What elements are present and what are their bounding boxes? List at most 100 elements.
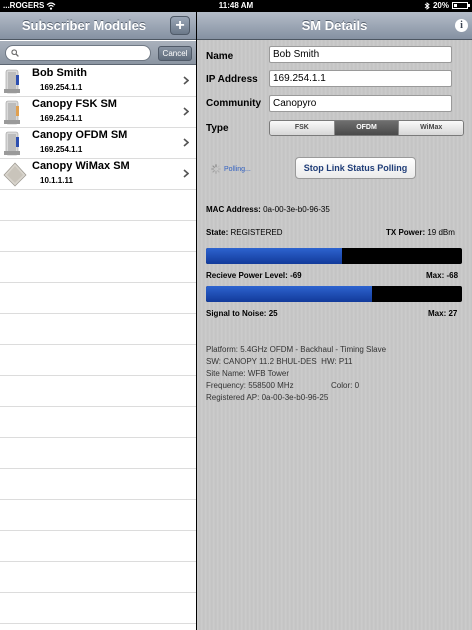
subscriber-modules-panel: Subscriber Modules + Cancel Bob Smith 16… [0, 12, 196, 630]
state-value: REGISTERED [230, 228, 283, 237]
type-option-ofdm[interactable]: OFDM [334, 121, 400, 135]
mac-address-value: 0a-00-3e-b0-96-35 [263, 205, 330, 214]
empty-row [0, 345, 196, 376]
list-item[interactable]: Canopy WiMax SM 10.1.1.11 [0, 159, 196, 190]
canopy-radio-icon [4, 131, 20, 156]
signal-to-noise-bar-fill [206, 286, 373, 302]
frequency-label: Frequency: [206, 381, 247, 390]
chevron-right-icon [183, 107, 189, 116]
empty-row [0, 593, 196, 624]
stop-polling-button[interactable]: Stop Link Status Polling [295, 157, 416, 179]
module-name: Canopy WiMax SM [32, 160, 130, 172]
tx-power: TX Power: 19 dBm [386, 228, 455, 237]
module-list: Bob Smith 169.254.1.1 Canopy FSK SM 169.… [0, 66, 196, 624]
tx-power-label: TX Power: [386, 228, 426, 237]
empty-row [0, 221, 196, 252]
empty-row [0, 469, 196, 500]
type-label: Type [206, 123, 229, 134]
type-option-fsk[interactable]: FSK [270, 121, 335, 135]
wimax-radio-icon [3, 162, 27, 187]
receive-power-max: Max: -68 [426, 271, 458, 280]
status-time: 11:48 AM [218, 1, 254, 10]
signal-to-noise-max-label: Max: [428, 309, 447, 318]
status-bar: ...ROGERS 11:48 AM 20% [0, 0, 472, 12]
module-name: Canopy FSK SM [32, 98, 117, 110]
sm-details-panel: SM Details i Name Bob Smith IP Address 1… [197, 12, 472, 630]
module-name: Bob Smith [32, 67, 87, 79]
empty-row [0, 376, 196, 407]
empty-row [0, 438, 196, 469]
module-ip: 10.1.1.11 [40, 176, 73, 185]
details-title: SM Details [301, 18, 368, 33]
community-field[interactable]: Canopyro [269, 95, 452, 112]
battery-icon [452, 2, 470, 9]
empty-row [0, 562, 196, 593]
platform-value: 5.4GHz OFDM - Backhaul - Timing Slave [240, 345, 387, 354]
signal-to-noise-value: 25 [268, 309, 278, 318]
hw-label: HW: [321, 357, 337, 366]
receive-power-max-label: Max: [426, 271, 445, 280]
polling-status: Polling... [211, 164, 251, 174]
signal-to-noise: Signal to Noise: 25 [206, 309, 278, 318]
spinner-icon [211, 164, 221, 174]
add-module-button[interactable]: + [170, 16, 190, 35]
left-panel-title: Subscriber Modules [21, 18, 147, 33]
site-name-label: Site Name: [206, 369, 246, 378]
community-label: Community [206, 98, 261, 109]
name-label: Name [206, 51, 234, 62]
canopy-radio-icon [4, 69, 20, 94]
type-option-wimax[interactable]: WiMax [399, 121, 463, 135]
name-field[interactable]: Bob Smith [269, 46, 452, 63]
search-bar: Cancel [0, 41, 196, 65]
frequency-value: 558500 MHz [248, 381, 294, 390]
type-segmented-control: FSK OFDM WiMax [269, 120, 464, 136]
module-ip: 169.254.1.1 [40, 83, 83, 92]
frequency: Frequency: 558500 MHz [206, 381, 294, 390]
tx-power-value: 19 dBm [427, 228, 455, 237]
receive-power-label: Recieve Power Level: [206, 271, 288, 280]
site-name-value: WFB Tower [247, 369, 290, 378]
canopy-radio-icon [4, 100, 20, 125]
registered-ap: Registered AP: 0a-00-3e-b0-96-25 [206, 393, 328, 402]
signal-to-noise-max: Max: 27 [428, 309, 457, 318]
chevron-right-icon [183, 138, 189, 147]
search-icon [11, 49, 19, 57]
site-name: Site Name: WFB Tower [206, 369, 289, 378]
registered-ap-value: 0a-00-3e-b0-96-25 [261, 393, 329, 402]
ip-address-field[interactable]: 169.254.1.1 [269, 70, 452, 87]
empty-row [0, 283, 196, 314]
receive-power: Recieve Power Level: -69 [206, 271, 302, 280]
status-right: 20% [424, 1, 470, 10]
battery-percent: 20% [432, 1, 449, 10]
signal-to-noise-max-value: 27 [448, 309, 458, 318]
empty-row [0, 314, 196, 345]
list-item[interactable]: Canopy FSK SM 169.254.1.1 [0, 97, 196, 128]
empty-row [0, 531, 196, 562]
empty-list-rows [0, 190, 196, 624]
color-code: Color: 0 [331, 381, 359, 390]
chevron-right-icon [183, 76, 189, 85]
list-item[interactable]: Canopy OFDM SM 169.254.1.1 [0, 128, 196, 159]
receive-power-max-value: -68 [446, 271, 459, 280]
list-item[interactable]: Bob Smith 169.254.1.1 [0, 66, 196, 97]
info-icon[interactable]: i [455, 19, 468, 32]
hw-value: P11 [338, 357, 353, 366]
mac-address: MAC Address: 0a-00-3e-b0-96-35 [206, 205, 330, 214]
search-input[interactable] [22, 47, 146, 59]
empty-row [0, 190, 196, 221]
state-label: State: [206, 228, 229, 237]
module-ip: 169.254.1.1 [40, 114, 83, 123]
search-cancel-button[interactable]: Cancel [158, 46, 192, 61]
receive-power-bar [206, 248, 462, 264]
right-navigation-bar: SM Details i [197, 12, 472, 40]
empty-row [0, 500, 196, 531]
polling-text: Polling... [224, 165, 251, 173]
registered-ap-label: Registered AP: [206, 393, 260, 402]
search-field[interactable] [5, 45, 151, 61]
empty-row [0, 252, 196, 283]
mac-address-label: MAC Address: [206, 205, 261, 214]
color-label: Color: [331, 381, 353, 390]
ip-address-label: IP Address [206, 74, 258, 85]
left-navigation-bar: Subscriber Modules + [0, 12, 196, 40]
sw-value: CANOPY 11.2 BHUL-DES [223, 357, 317, 366]
